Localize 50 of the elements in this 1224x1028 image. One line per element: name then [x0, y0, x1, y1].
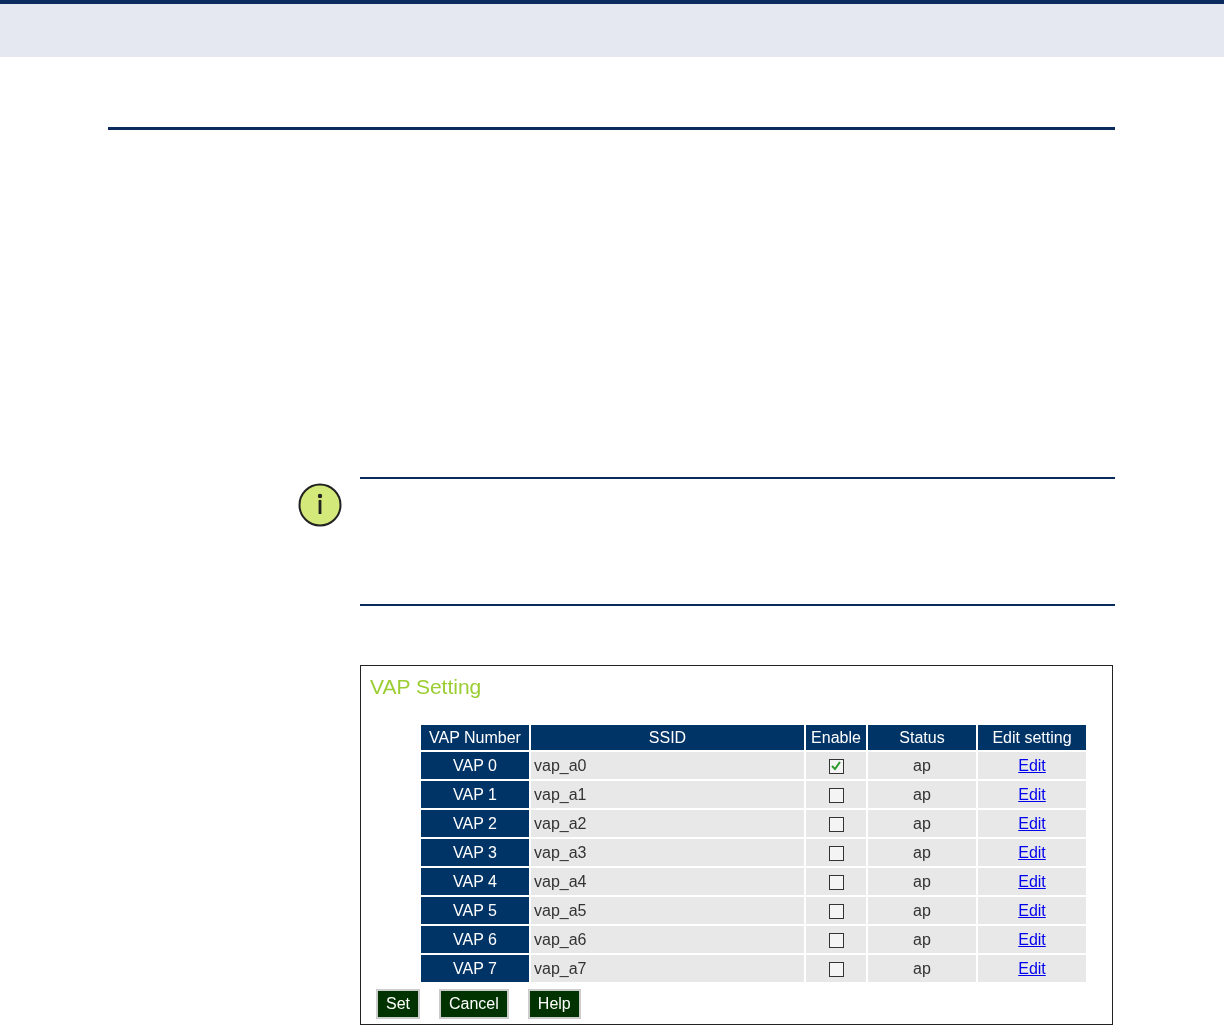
status-cell: ap	[868, 752, 976, 779]
panel-title: VAP Setting	[370, 675, 483, 699]
ssid-cell: vap_a6	[531, 926, 804, 953]
enable-checkbox[interactable]	[828, 961, 844, 977]
ssid-cell: vap_a3	[531, 839, 804, 866]
info-icon	[298, 483, 342, 527]
column-header: VAP Number	[421, 725, 529, 750]
column-header: SSID	[531, 725, 804, 750]
help-button[interactable]: Help	[527, 989, 581, 1019]
vap-number-cell: VAP 6	[421, 926, 529, 953]
status-cell: ap	[868, 955, 976, 982]
vap-number-cell: VAP 0	[421, 752, 529, 779]
column-header: Status	[868, 725, 976, 750]
vap-number-cell: VAP 1	[421, 781, 529, 808]
ssid-cell: vap_a0	[531, 752, 804, 779]
enable-checkbox[interactable]	[828, 787, 844, 803]
edit-link[interactable]: Edit	[1018, 901, 1046, 919]
edit-link[interactable]: Edit	[1018, 756, 1046, 774]
ssid-cell: vap_a4	[531, 868, 804, 895]
edit-link[interactable]: Edit	[1018, 785, 1046, 803]
ssid-cell: vap_a2	[531, 810, 804, 837]
status-cell: ap	[868, 781, 976, 808]
enable-checkbox[interactable]	[828, 932, 844, 948]
ssid-cell: vap_a5	[531, 897, 804, 924]
column-header: Edit setting	[978, 725, 1086, 750]
status-cell: ap	[868, 926, 976, 953]
column-header: Enable	[806, 725, 866, 750]
status-cell: ap	[868, 810, 976, 837]
status-cell: ap	[868, 897, 976, 924]
cancel-button[interactable]: Cancel	[439, 989, 509, 1019]
ssid-cell: vap_a1	[531, 781, 804, 808]
ssid-cell: vap_a7	[531, 955, 804, 982]
vap-number-cell: VAP 2	[421, 810, 529, 837]
vap-number-cell: VAP 7	[421, 955, 529, 982]
edit-link[interactable]: Edit	[1018, 814, 1046, 832]
edit-link[interactable]: Edit	[1018, 843, 1046, 861]
enable-checkbox[interactable]	[828, 874, 844, 890]
enable-checkbox[interactable]	[828, 845, 844, 861]
status-cell: ap	[868, 868, 976, 895]
vap-number-cell: VAP 5	[421, 897, 529, 924]
status-cell: ap	[868, 839, 976, 866]
enable-checkbox[interactable]	[828, 758, 844, 774]
edit-link[interactable]: Edit	[1018, 930, 1046, 948]
enable-checkbox[interactable]	[828, 903, 844, 919]
enable-checkbox[interactable]	[828, 816, 844, 832]
vap-number-cell: VAP 3	[421, 839, 529, 866]
edit-link[interactable]: Edit	[1018, 959, 1046, 977]
vap-number-cell: VAP 4	[421, 868, 529, 895]
set-button[interactable]: Set	[376, 989, 420, 1019]
edit-link[interactable]: Edit	[1018, 872, 1046, 890]
